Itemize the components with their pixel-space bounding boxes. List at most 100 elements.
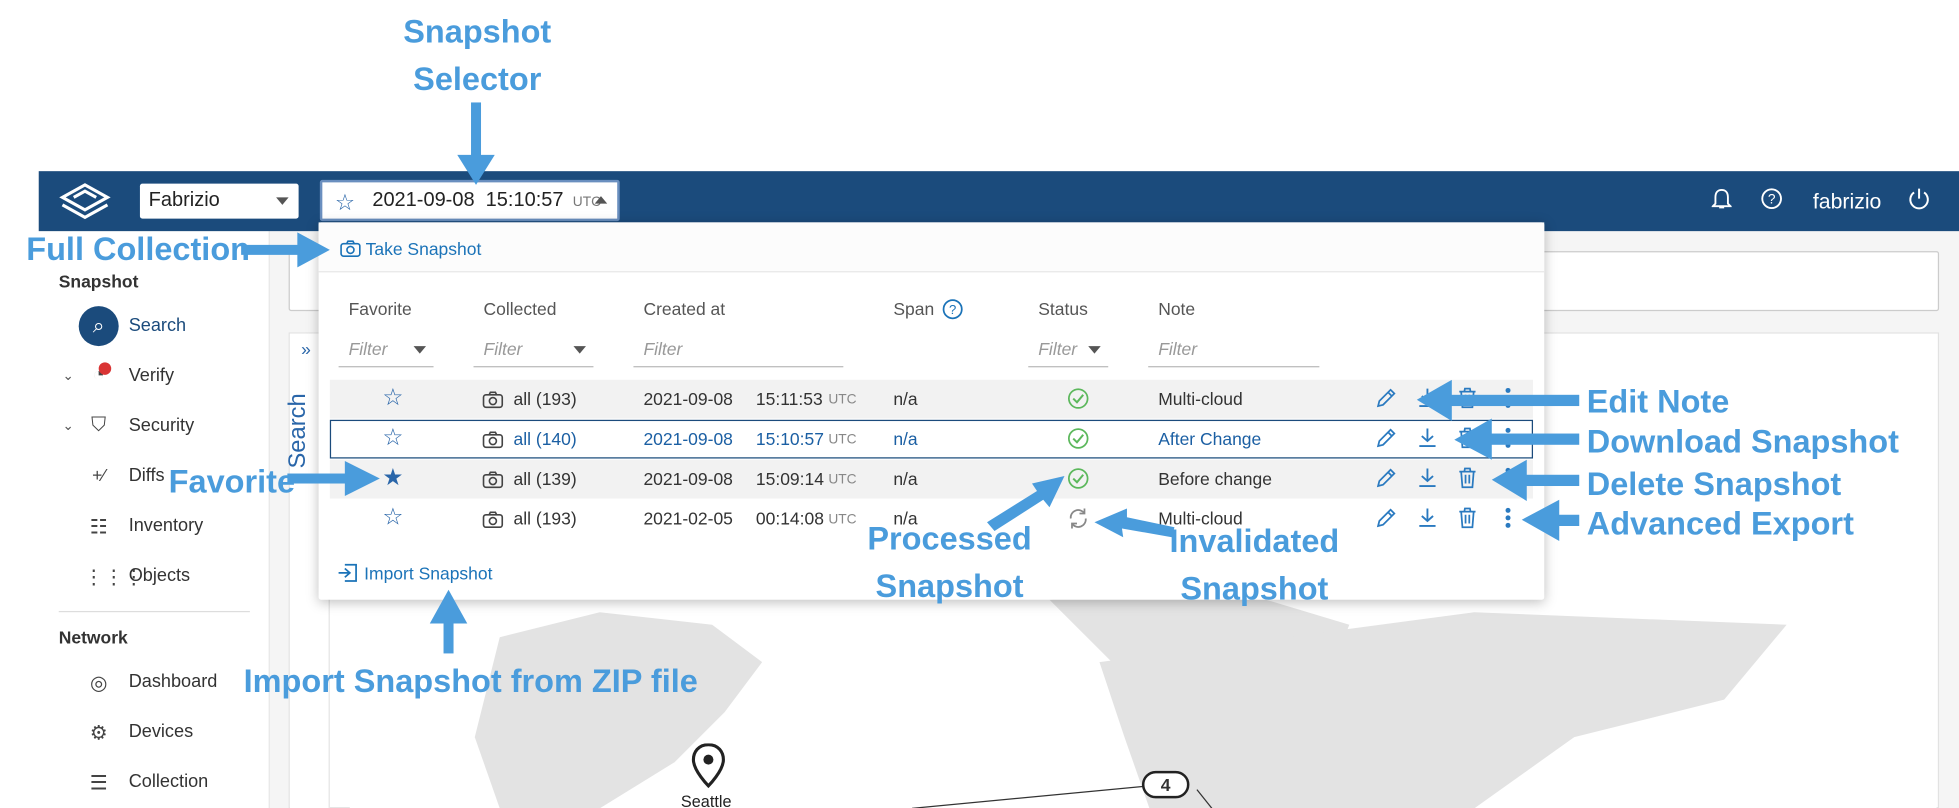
refresh-icon: [1067, 507, 1089, 536]
cell-created-date: 2021-09-08: [643, 428, 733, 449]
download-icon[interactable]: [1417, 427, 1438, 454]
pencil-icon[interactable]: [1376, 387, 1397, 414]
download-icon[interactable]: [1417, 467, 1438, 494]
cell-created-tz: UTC: [828, 392, 857, 408]
download-icon[interactable]: [1417, 507, 1438, 534]
caret-down-icon: [413, 346, 427, 354]
chevron-down-icon[interactable]: ⌄: [62, 367, 74, 384]
filter-note[interactable]: Filter: [1148, 335, 1320, 368]
help-icon[interactable]: ?: [1760, 187, 1782, 216]
import-icon: [337, 563, 364, 584]
sidebar-item-diffs[interactable]: Diffs: [129, 466, 165, 486]
sidebar-item-inventory[interactable]: Inventory: [129, 516, 204, 536]
sidebar-item-objects[interactable]: Objects: [129, 566, 190, 586]
snapshot-row[interactable]: [329, 459, 1534, 499]
filter-status[interactable]: Filter: [1028, 335, 1109, 368]
annotation-full-collection: Full Collection: [26, 229, 251, 268]
map-city-label: Seattle: [680, 792, 732, 808]
search-icon[interactable]: ⌕: [78, 306, 119, 347]
camera-icon: [482, 390, 504, 412]
kebab-icon[interactable]: [1504, 467, 1511, 494]
cell-created-date: 2021-02-05: [643, 508, 733, 529]
trash-icon[interactable]: [1458, 427, 1477, 454]
star-outline-icon[interactable]: ☆: [382, 504, 403, 533]
star-outline-icon[interactable]: ☆: [382, 384, 403, 413]
caret-down-icon: [276, 197, 289, 205]
cell-note: After Change: [1158, 428, 1262, 449]
filter-favorite[interactable]: Filter: [338, 335, 434, 368]
pencil-icon[interactable]: [1376, 467, 1397, 494]
annotation-import-zip: Import Snapshot from ZIP file: [243, 662, 698, 700]
annotation-edit-note: Edit Note: [1586, 382, 1730, 420]
import-snapshot-button[interactable]: Import Snapshot: [337, 563, 492, 585]
sidebar-item-collection[interactable]: Collection: [129, 772, 209, 792]
annotation-invalidated-snapshot: Invalidated Snapshot: [1167, 517, 1342, 612]
annotation-delete-snapshot: Delete Snapshot: [1586, 464, 1842, 503]
sidebar-item-verify[interactable]: Verify: [129, 366, 174, 386]
camera-icon: [482, 430, 504, 452]
snapshot-selector[interactable]: ☆ 2021-09-08 15:10:57 UTC: [319, 179, 620, 222]
trash-icon[interactable]: [1458, 467, 1477, 494]
kebab-icon[interactable]: [1504, 507, 1511, 534]
expand-icon[interactable]: »: [301, 339, 311, 359]
bell-icon[interactable]: [1710, 187, 1733, 216]
filter-collected[interactable]: Filter: [473, 335, 594, 368]
power-icon[interactable]: [1908, 187, 1930, 216]
pencil-icon[interactable]: [1376, 507, 1397, 534]
take-snapshot-button[interactable]: Take Snapshot: [340, 238, 482, 261]
trash-icon[interactable]: [1458, 507, 1477, 534]
star-outline-icon[interactable]: ☆: [382, 424, 403, 453]
col-span: Span: [893, 298, 935, 319]
kebab-icon[interactable]: [1504, 427, 1511, 454]
take-snapshot-label: Take Snapshot: [365, 238, 482, 259]
cell-created-tz: UTC: [828, 432, 857, 448]
check-circle-icon: [1067, 467, 1089, 496]
map-pin-icon[interactable]: [691, 743, 726, 794]
annotation-processed-snapshot: Processed Snapshot: [862, 515, 1037, 610]
filter-created[interactable]: Filter: [633, 335, 844, 368]
cell-note: Before change: [1158, 468, 1272, 489]
chevron-down-icon[interactable]: ⌄: [62, 417, 74, 434]
caret-down-icon: [573, 346, 586, 354]
cell-collected: all (139): [513, 468, 577, 489]
help-icon[interactable]: ?: [942, 299, 963, 326]
star-outline-icon[interactable]: ☆: [335, 190, 355, 216]
space-select[interactable]: Fabrizio: [139, 183, 299, 219]
sidebar-section-network: Network: [58, 627, 128, 648]
diffs-icon: +∕: [92, 464, 106, 485]
cell-collected: all (193): [513, 388, 577, 409]
check-circle-icon: [1067, 427, 1089, 456]
svg-text:?: ?: [1768, 192, 1776, 207]
star-filled-icon[interactable]: ★: [382, 464, 403, 493]
trash-icon[interactable]: [1458, 387, 1477, 414]
sidebar-item-dashboard[interactable]: Dashboard: [129, 672, 218, 692]
cell-created-time: 00:14:08: [755, 508, 824, 529]
user-menu[interactable]: fabrizio: [1813, 190, 1881, 215]
snapshot-row[interactable]: [329, 419, 1534, 459]
annotation-download-snapshot: Download Snapshot: [1586, 422, 1899, 460]
sidebar-item-security[interactable]: Security: [129, 416, 194, 436]
pencil-icon[interactable]: [1376, 427, 1397, 454]
filter-placeholder: Filter: [483, 338, 523, 359]
caret-up-icon: [594, 196, 608, 204]
dashboard-icon: ◎: [89, 673, 108, 695]
sidebar-divider: [58, 610, 250, 613]
space-select-value: Fabrizio: [148, 189, 220, 212]
app-logo-icon[interactable]: [57, 180, 112, 222]
cell-span: n/a: [893, 388, 918, 409]
snapshot-selector-date: 2021-09-08: [372, 189, 475, 212]
camera-icon: [340, 239, 366, 259]
shield-icon: ⛉: [91, 414, 107, 437]
inventory-icon: ☷: [89, 517, 108, 539]
annotation-line: Invalidated: [1169, 522, 1340, 560]
cell-created-time: 15:11:53: [755, 388, 823, 409]
annotation-line: Snapshot: [403, 12, 552, 50]
sidebar-item-search[interactable]: Search: [129, 316, 186, 336]
sidebar-item-devices[interactable]: Devices: [129, 722, 193, 742]
cell-span: n/a: [893, 468, 918, 489]
snapshot-row[interactable]: [329, 379, 1534, 419]
kebab-icon[interactable]: [1504, 387, 1511, 414]
annotation-line: Snapshot: [875, 567, 1024, 605]
map-cluster-badge[interactable]: 4: [1141, 770, 1190, 799]
download-icon[interactable]: [1417, 387, 1438, 414]
